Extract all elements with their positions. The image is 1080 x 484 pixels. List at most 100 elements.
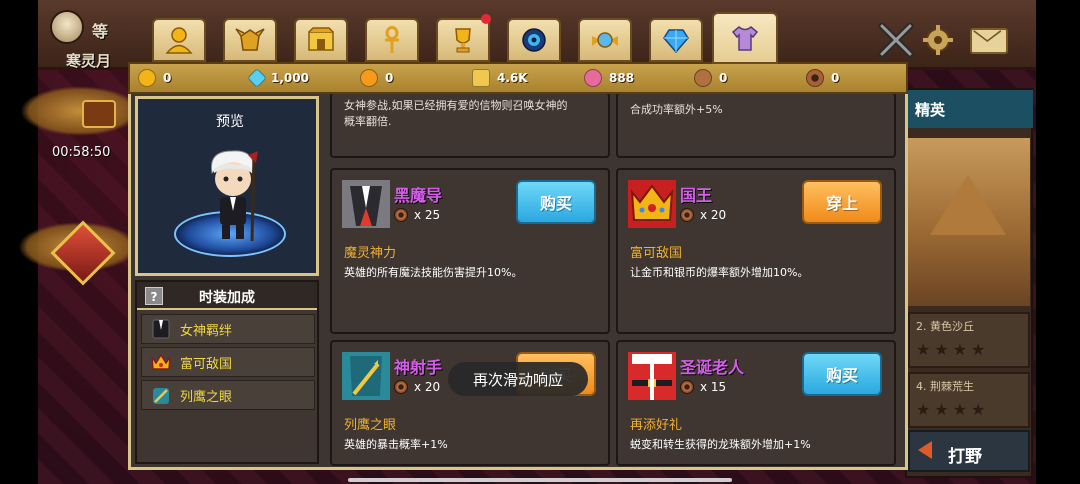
player-name: 寒灵月 xyxy=(66,52,112,70)
costume-preview: 预览 xyxy=(135,96,319,276)
bonus-item[interactable]: 富可敌国 xyxy=(141,347,315,377)
crystal-icon xyxy=(663,29,689,54)
resource-diamond: 1,000 xyxy=(247,64,309,92)
donut-icon xyxy=(680,208,694,222)
eye-orb-icon xyxy=(522,28,546,52)
resource-value: 4.6K xyxy=(497,71,528,85)
donut-icon xyxy=(394,208,408,222)
stage-label: 2. 黄色沙丘 xyxy=(916,320,974,333)
player-avatar[interactable] xyxy=(50,10,84,44)
shop-icon xyxy=(308,27,334,51)
pink-swirl-icon xyxy=(584,69,602,87)
character-model[interactable] xyxy=(198,145,268,245)
tab-achievement[interactable] xyxy=(436,18,490,62)
chest-timer: 00:58:50 xyxy=(52,145,111,160)
close-icon[interactable] xyxy=(876,22,916,58)
costume-bonus-name: 富可敌国 xyxy=(630,246,683,261)
resource-orb: 0 xyxy=(360,64,393,92)
notification-dot xyxy=(481,14,491,24)
card-desc: 女神参战,如果已经拥有爱的信物则召唤女神的 概率翻倍. xyxy=(344,98,568,130)
costume-bonus-name: 再添好礼 xyxy=(630,418,683,433)
costume-bonus-desc: 蜕变和转生获得的龙珠额外增加+1% xyxy=(630,438,811,451)
home-indicator[interactable] xyxy=(348,478,732,482)
bonus-label: 女神羁绊 xyxy=(180,323,233,339)
resource-value: 0 xyxy=(831,71,840,85)
tab-relic[interactable] xyxy=(365,18,419,62)
costume-cost: x 15 xyxy=(680,380,726,394)
costume-cost: x 20 xyxy=(394,380,440,394)
donut-icon xyxy=(394,380,408,394)
gear-icon[interactable] xyxy=(922,24,954,56)
king-icon xyxy=(151,353,171,370)
costume-card: 圣诞老人 x 15 购买 再添好礼 蜕变和转生获得的龙珠额外增加+1% xyxy=(616,340,896,466)
player-level: 等 xyxy=(92,22,109,41)
star-burst-icon xyxy=(472,69,490,87)
card-desc-line: 女神参战,如果已经拥有爱的信物则召唤女神的 xyxy=(344,99,568,112)
mail-icon[interactable] xyxy=(970,28,1008,54)
tab-wing-gem[interactable] xyxy=(578,18,632,62)
card-desc-line: 合成功率额外+5% xyxy=(630,103,723,116)
tab-shop[interactable] xyxy=(294,18,348,62)
costume-card: 女神参战,如果已经拥有爱的信物则召唤女神的 概率翻倍. xyxy=(330,92,610,158)
cost-value: x 20 xyxy=(700,208,727,222)
bonus-label: 富可敌国 xyxy=(180,356,233,372)
king-crown-icon xyxy=(628,180,676,228)
buy-button[interactable]: 购买 xyxy=(802,352,882,396)
bonus-title: 时装加成 xyxy=(199,290,255,306)
costume-bonus-name: 列鹰之眼 xyxy=(344,418,397,433)
costume-bonus-desc: 英雄的暴击概率+1% xyxy=(344,438,448,451)
tab-costume[interactable] xyxy=(712,12,778,64)
stage-row[interactable]: 4. 荆棘荒生 ★★★★ xyxy=(908,372,1030,428)
costume-cost: x 20 xyxy=(680,208,726,222)
costume-card: 国王 x 20 穿上 富可敌国 让金币和银币的爆率额外增加10%。 xyxy=(616,168,896,334)
bonus-item[interactable]: 女神羁绊 xyxy=(141,314,315,344)
treasure-chest-icon[interactable] xyxy=(82,100,116,128)
user-icon xyxy=(165,27,193,54)
stage-panel-title: 精英 xyxy=(905,90,1033,128)
help-icon[interactable]: ? xyxy=(145,287,163,305)
resource-value: 888 xyxy=(609,71,635,85)
diamond-icon xyxy=(247,68,267,88)
resource-value: 0 xyxy=(719,71,728,85)
trophy-icon xyxy=(455,28,471,53)
brown-swirl-icon xyxy=(694,69,712,87)
resource-value: 1,000 xyxy=(271,71,309,85)
shirt-icon xyxy=(731,26,759,51)
resource-value: 0 xyxy=(385,71,394,85)
archer-icon xyxy=(153,388,169,404)
dark-mage-icon xyxy=(342,180,390,228)
stage-row[interactable]: 2. 黄色沙丘 ★★★★ xyxy=(908,312,1030,368)
game-screen: 等 寒灵月 00:58:50 精英 2. 黄色沙丘 ★★★★ 4. 荆棘荒生 ★… xyxy=(0,0,1080,484)
wing-decoration-icon xyxy=(20,86,140,136)
tab-character[interactable] xyxy=(152,18,206,62)
tab-eye[interactable] xyxy=(507,18,561,62)
buy-button[interactable]: 购买 xyxy=(516,180,596,224)
resource-brown: 0 xyxy=(694,64,727,92)
resource-pink: 888 xyxy=(584,64,634,92)
costume-cost: x 25 xyxy=(394,208,440,222)
orange-orb-icon xyxy=(360,69,378,87)
resource-value: 0 xyxy=(163,71,172,85)
category-tabs xyxy=(142,12,782,64)
cost-value: x 15 xyxy=(700,380,727,394)
ankh-icon xyxy=(385,26,399,53)
gold-coin-icon xyxy=(138,69,156,87)
wear-button[interactable]: 穿上 xyxy=(802,180,882,224)
bonus-item[interactable]: 列鹰之眼 xyxy=(141,380,315,410)
resource-star: 4.6K xyxy=(472,64,528,92)
winged-gem-icon xyxy=(592,32,618,48)
tab-crystal[interactable] xyxy=(649,18,703,62)
costume-bonus-desc: 让金币和银币的爆率额外增加10%。 xyxy=(630,266,809,279)
card-desc-line: 概率翻倍. xyxy=(344,115,392,128)
resource-donut: 0 xyxy=(806,64,839,92)
tab-equipment[interactable] xyxy=(223,18,277,62)
cost-value: x 20 xyxy=(414,380,441,394)
bonus-header: 时装加成 ? xyxy=(137,282,317,310)
suit-icon xyxy=(152,319,170,339)
stage-stars: ★★★★ xyxy=(916,400,990,419)
costume-bonus-name: 魔灵神力 xyxy=(344,246,397,261)
costume-bonus-panel: 时装加成 ? 女神羁绊 富可敌国 列鹰之眼 xyxy=(135,280,319,464)
santa-icon xyxy=(628,352,676,400)
costume-name: 神射手 xyxy=(394,358,443,377)
resource-bar: 0 1,000 0 4.6K 888 0 0 xyxy=(128,62,908,94)
